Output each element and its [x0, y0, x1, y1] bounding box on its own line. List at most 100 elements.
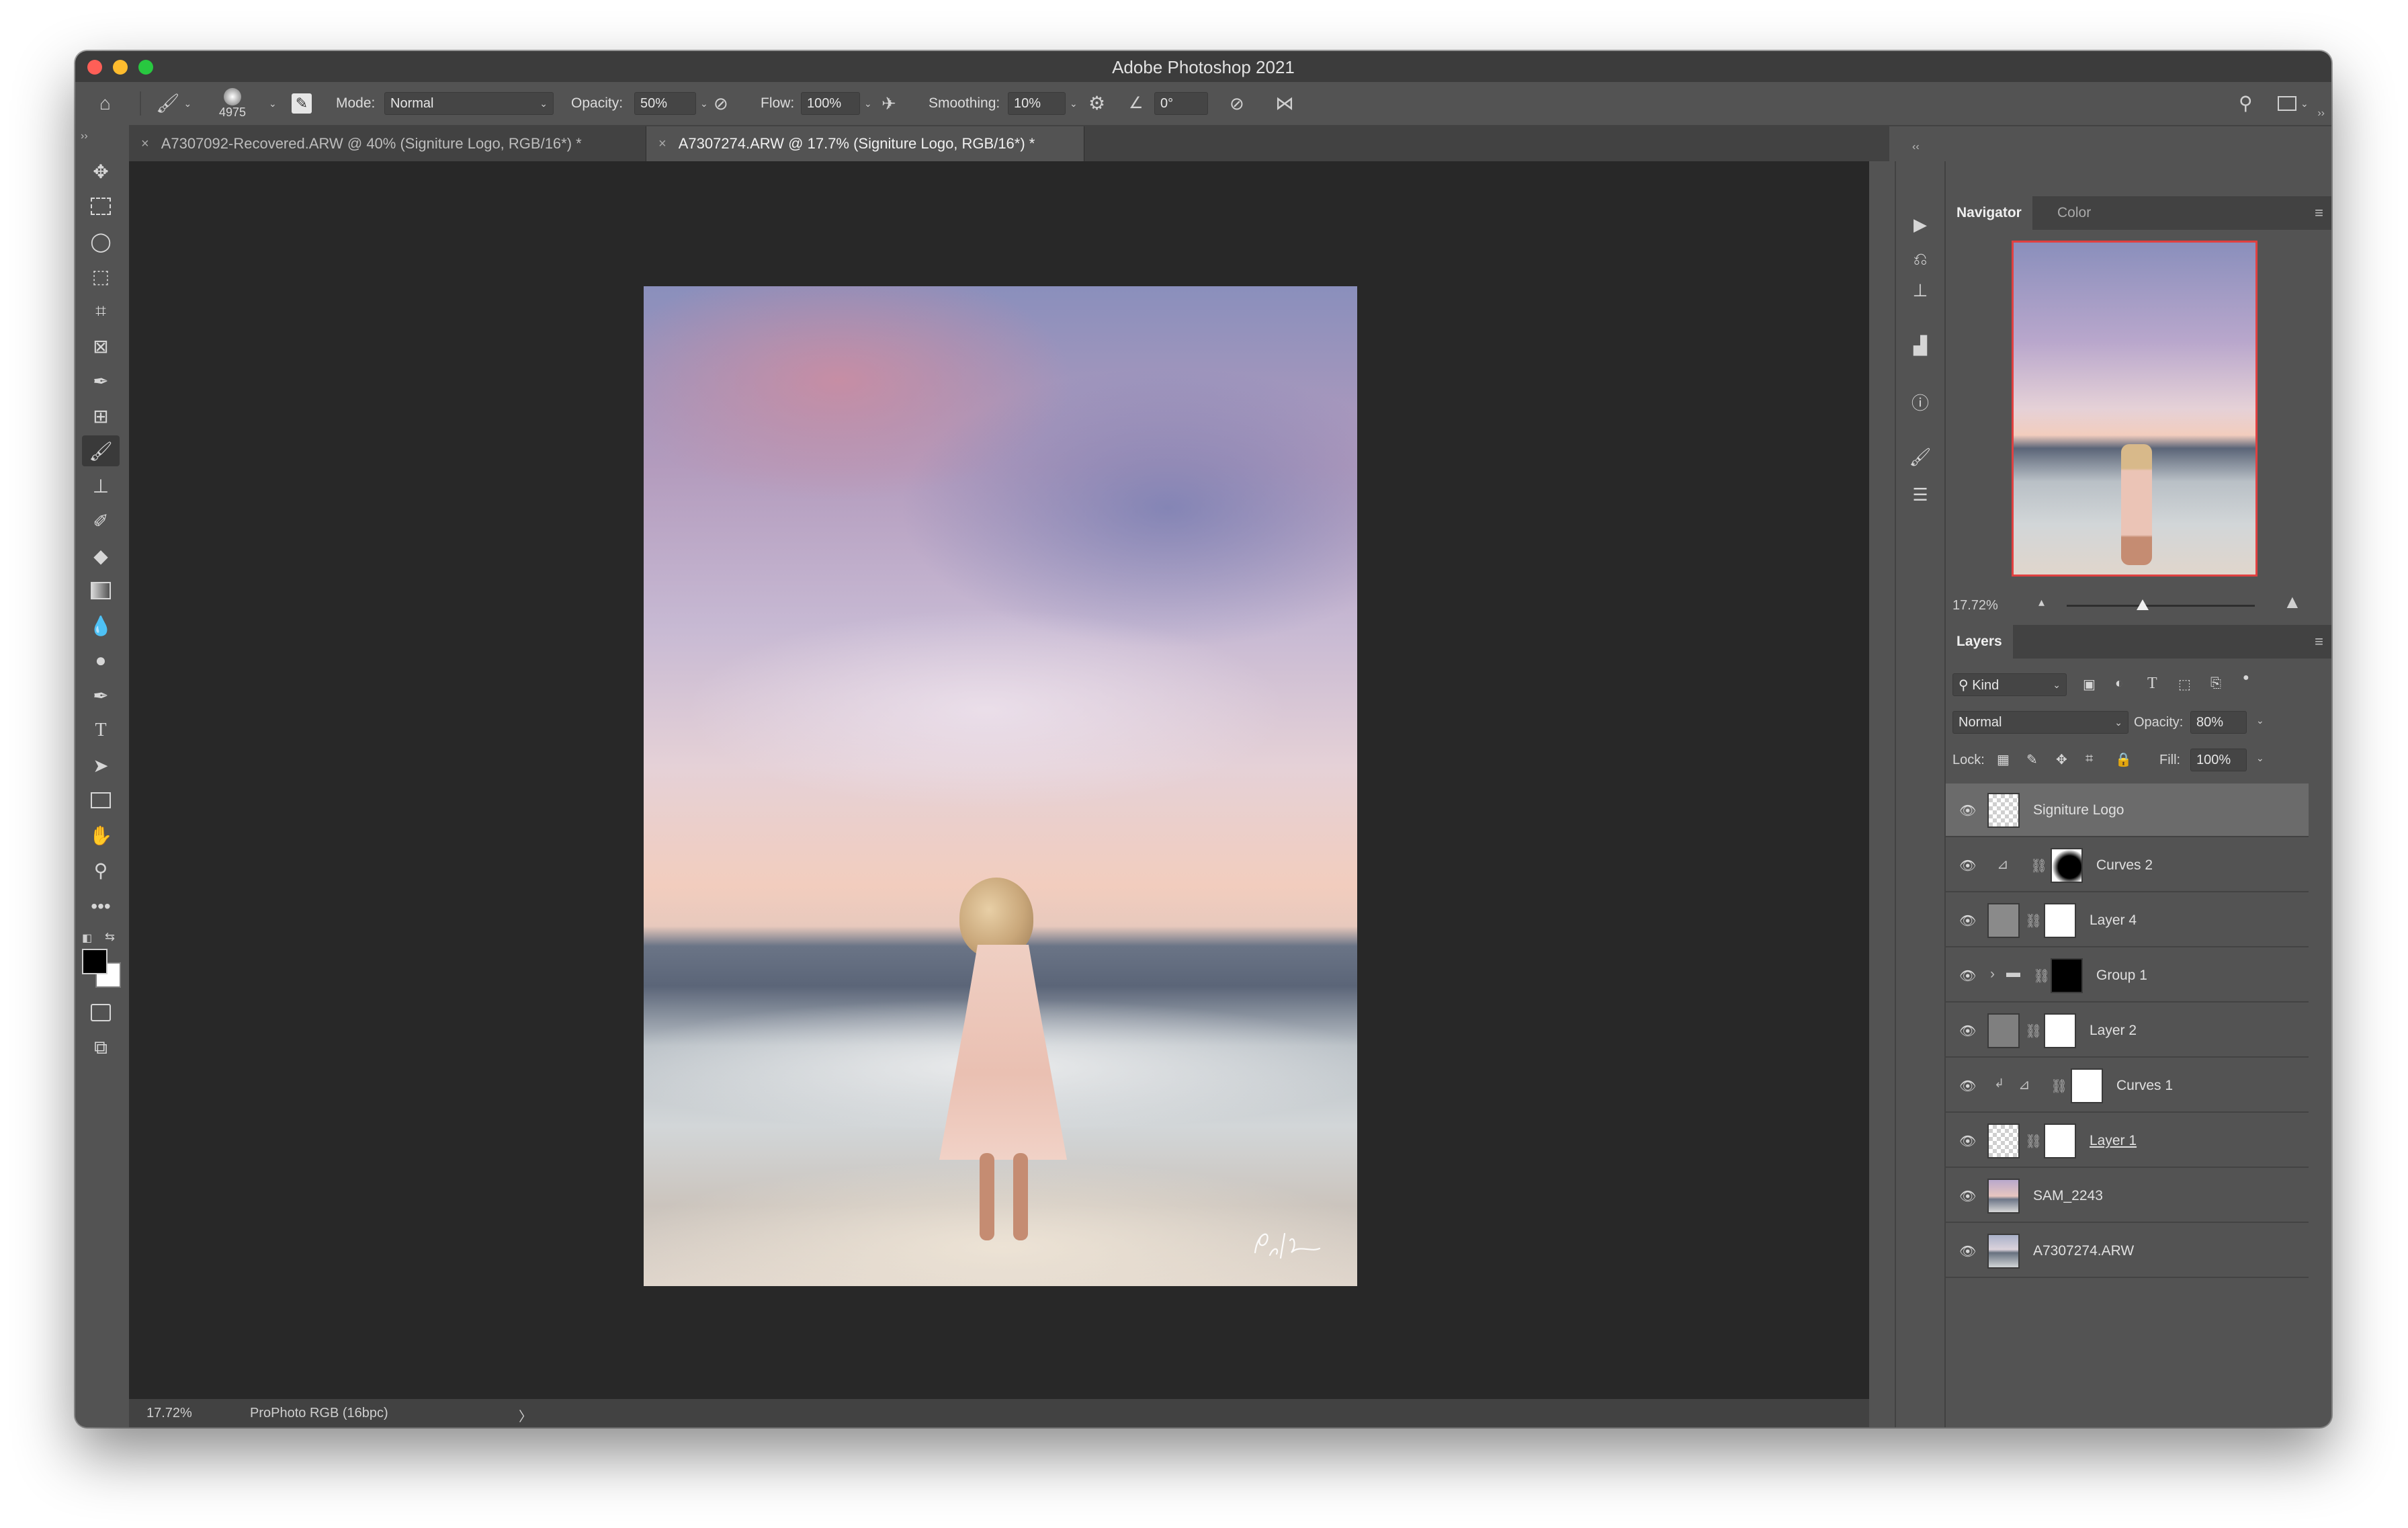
history-panel-button[interactable]: ⎌	[1907, 246, 1934, 273]
quick-selection-tool[interactable]: ⬚	[82, 261, 120, 292]
tab-navigator[interactable]: Navigator	[1946, 196, 2032, 230]
panel-menu-icon[interactable]: ≡	[2315, 204, 2323, 222]
history-brush-tool[interactable]: ✐	[82, 505, 120, 536]
healing-brush-tool[interactable]: ⊞	[82, 400, 120, 431]
layer-row[interactable]: 👁 › ▬ ⛓ Group 1	[1946, 949, 2309, 1003]
tab-layers[interactable]: Layers	[1946, 625, 2013, 659]
pen-tool[interactable]: ✒	[82, 680, 120, 711]
layer-row[interactable]: 👁 ↲ ⊿ ⛓ Curves 1	[1946, 1059, 2309, 1113]
blend-mode-select[interactable]: Normal ⌄	[1952, 711, 2128, 734]
brush-size-picker[interactable]: 4975	[219, 82, 246, 125]
layer-name[interactable]: Layer 2	[2090, 1023, 2137, 1039]
info-panel-button[interactable]: ⓘ	[1907, 388, 1934, 415]
frame-tool[interactable]: ⊠	[82, 331, 120, 362]
marquee-tool[interactable]	[82, 191, 120, 222]
histogram-panel-button[interactable]: ▟	[1907, 332, 1934, 359]
zoom-slider-track[interactable]	[2067, 605, 2255, 607]
airbrush-button[interactable]: ✈	[882, 82, 896, 125]
filter-toggle-icon[interactable]: ●	[2243, 672, 2249, 684]
lock-transparent-icon[interactable]: ▦	[1997, 751, 2010, 768]
swap-colors-icon[interactable]: ⇆	[105, 930, 115, 944]
layer-mask-thumbnail[interactable]	[2044, 1123, 2076, 1158]
eye-icon[interactable]: 👁	[1959, 912, 1976, 929]
lock-all-icon[interactable]: 🔒	[2115, 751, 2132, 768]
tab-color[interactable]: Color	[2047, 196, 2102, 230]
panel-menu-icon[interactable]: ≡	[2315, 633, 2323, 650]
pressure-size-button[interactable]: ⊘	[1230, 82, 1244, 125]
close-tab-icon[interactable]: ×	[658, 136, 666, 152]
eye-icon[interactable]: 👁	[1959, 1023, 1976, 1039]
canvas-area[interactable]	[129, 161, 1869, 1399]
lock-position-icon[interactable]: ✥	[2056, 751, 2067, 768]
layer-row[interactable]: 👁 ⛓ Layer 1	[1946, 1114, 2309, 1168]
layer-opacity-input[interactable]: 80%	[2190, 711, 2247, 734]
navigator-thumbnail[interactable]	[2012, 241, 2258, 577]
quick-mask-button[interactable]	[82, 997, 120, 1028]
clone-stamp-tool[interactable]: ⊥	[82, 470, 120, 501]
document-tab-1[interactable]: × A7307092-Recovered.ARW @ 40% (Signitur…	[129, 126, 646, 161]
actions-panel-button[interactable]: ▶	[1907, 211, 1934, 238]
foreground-color-swatch[interactable]	[82, 949, 108, 974]
eye-icon[interactable]: 👁	[1959, 1243, 1976, 1259]
zoom-out-icon[interactable]: ▴	[2038, 595, 2045, 609]
chevron-down-icon[interactable]: ⌄	[2256, 753, 2264, 764]
layer-name[interactable]: Signiture Logo	[2033, 802, 2124, 818]
flow-input[interactable]: 100% ⌄	[801, 82, 872, 125]
chain-link-icon[interactable]: ⛓	[2025, 912, 2042, 929]
layer-mask-thumbnail[interactable]	[2044, 1013, 2076, 1048]
properties-panel-button[interactable]: ☰	[1907, 481, 1934, 508]
symmetry-button[interactable]: ⋈	[1275, 82, 1294, 125]
layer-name[interactable]: Layer 4	[2090, 912, 2137, 929]
layer-row[interactable]: 👁 Signiture Logo	[1946, 783, 2309, 837]
edit-toolbar-button[interactable]: •••	[82, 891, 120, 922]
pressure-opacity-button[interactable]: ⊘	[714, 82, 728, 125]
search-button[interactable]: ⚲	[2239, 82, 2253, 125]
layer-name[interactable]: SAM_2243	[2033, 1188, 2103, 1204]
layer-row[interactable]: 👁 SAM_2243	[1946, 1169, 2309, 1223]
lock-pixels-icon[interactable]: ✎	[2026, 751, 2038, 768]
chain-link-icon[interactable]: ⛓	[2025, 1023, 2042, 1039]
filter-smart-object-icon[interactable]: ⎘	[2210, 676, 2221, 691]
workspace-button[interactable]: ⌄	[2278, 82, 2309, 125]
status-menu-arrow[interactable]: 〉	[519, 1406, 532, 1425]
filter-adjustment-icon[interactable]: ◐	[2115, 676, 2123, 691]
brush-tool-preset-button[interactable]: 🖌 ⌄	[156, 82, 191, 125]
layer-mask-thumbnail[interactable]	[2071, 1068, 2103, 1103]
chain-link-icon[interactable]: ⛓	[2051, 1078, 2067, 1095]
fill-input[interactable]: 100%	[2190, 749, 2247, 771]
eye-icon[interactable]: 👁	[1959, 1078, 1976, 1094]
lock-artboard-icon[interactable]: ⌗	[2086, 751, 2093, 767]
lasso-tool[interactable]: ◯	[82, 226, 120, 257]
zoom-in-icon[interactable]: ▲	[2283, 591, 2302, 613]
layer-mask-thumbnail[interactable]	[2051, 958, 2083, 993]
eye-icon[interactable]: 👁	[1959, 802, 1976, 818]
default-colors-icon[interactable]: ◧	[82, 931, 92, 945]
brush-size-dropdown[interactable]: ⌄	[265, 82, 277, 125]
layer-row[interactable]: 👁 ⊿ ⛓ Curves 2	[1946, 839, 2309, 892]
dodge-tool[interactable]: ●	[82, 645, 120, 676]
blur-tool[interactable]: 💧	[82, 610, 120, 641]
layer-name[interactable]: Curves 2	[2096, 857, 2153, 874]
brush-tool[interactable]: 🖌	[82, 435, 120, 466]
opacity-input[interactable]: 50% ⌄	[634, 82, 708, 125]
type-tool[interactable]: T	[82, 715, 120, 746]
home-button[interactable]: ⌂	[99, 82, 111, 125]
mode-select[interactable]: Normal ⌄	[384, 82, 554, 125]
eye-icon[interactable]: 👁	[1959, 1188, 1976, 1204]
layer-name[interactable]: Layer 1	[2090, 1133, 2137, 1149]
layer-name[interactable]: A7307274.ARW	[2033, 1243, 2134, 1259]
filter-type-icon[interactable]: T	[2147, 675, 2157, 693]
gradient-tool[interactable]	[82, 575, 120, 606]
document-tab-2[interactable]: × A7307274.ARW @ 17.7% (Signiture Logo, …	[646, 126, 1084, 161]
eyedropper-tool[interactable]: ✒	[82, 366, 120, 396]
layer-row[interactable]: 👁 A7307274.ARW	[1946, 1224, 2309, 1278]
layer-filter-kind-select[interactable]: ⚲ Kind ⌄	[1952, 673, 2067, 696]
chevron-right-icon[interactable]: ›	[1990, 966, 1995, 982]
layer-row[interactable]: 👁 ⛓ Layer 4	[1946, 894, 2309, 947]
eye-icon[interactable]: 👁	[1959, 1133, 1976, 1149]
layer-name[interactable]: Curves 1	[2116, 1078, 2173, 1094]
path-selection-tool[interactable]: ➤	[82, 750, 120, 781]
eye-icon[interactable]: 👁	[1959, 968, 1976, 984]
layer-mask-thumbnail[interactable]	[2051, 848, 2083, 883]
close-tab-icon[interactable]: ×	[141, 136, 149, 152]
